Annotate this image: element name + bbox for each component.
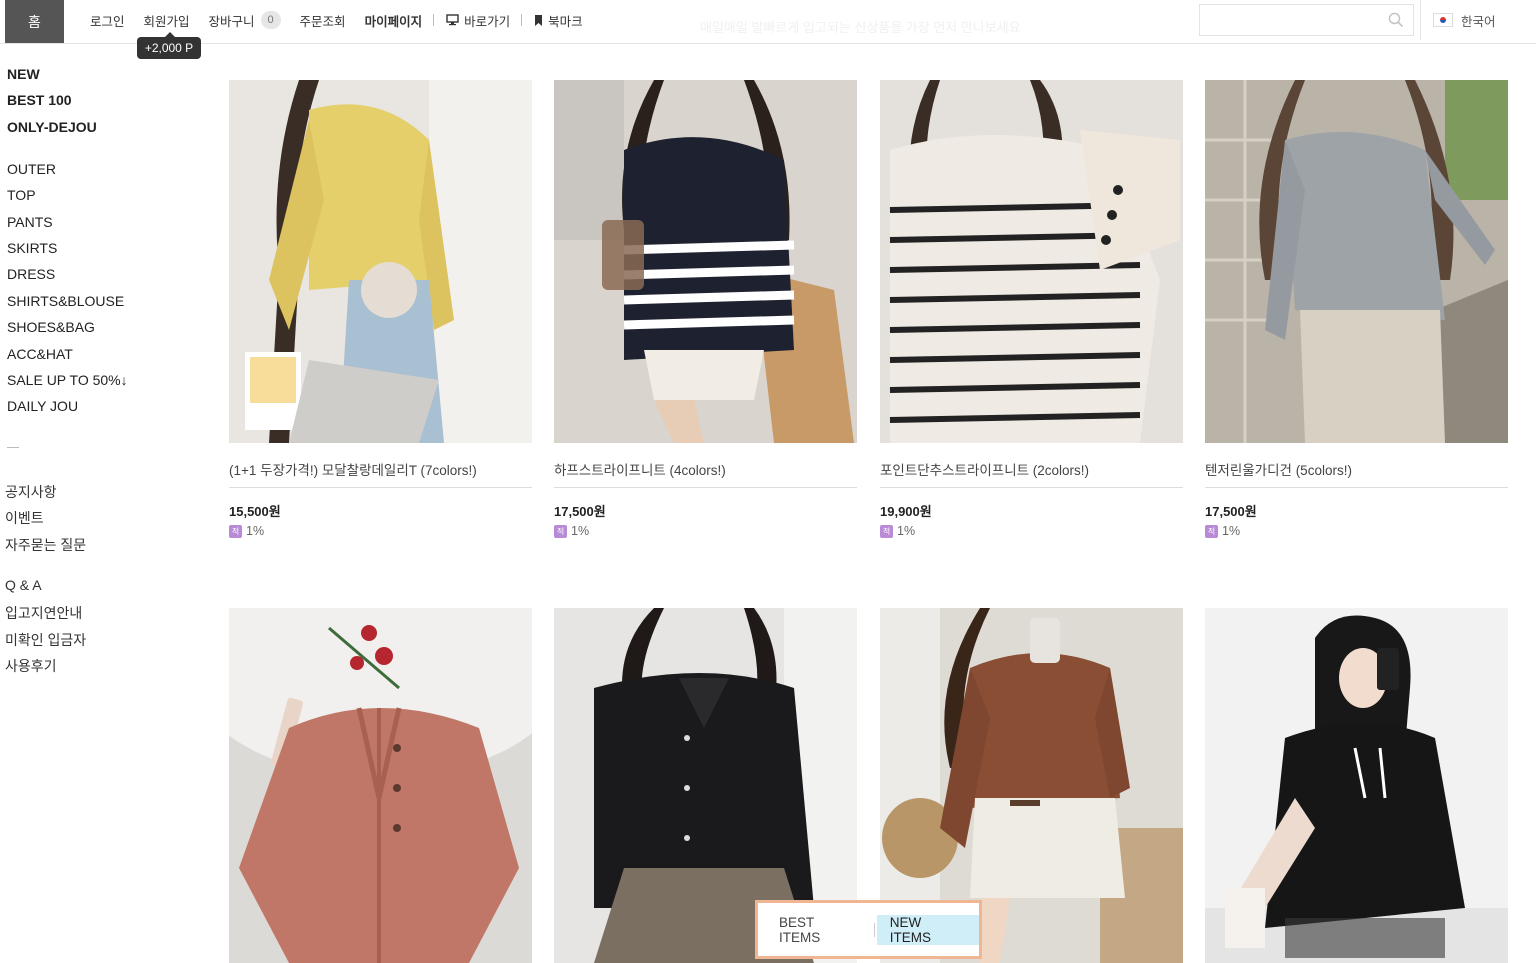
product-name[interactable]: 하프스트라이프니트 (4colors!) <box>554 459 857 479</box>
product-price: 15,500원 <box>229 504 281 519</box>
product-price: 17,500원 <box>554 504 606 519</box>
cart-link[interactable]: 장바구니 0 <box>209 11 281 30</box>
orders-link[interactable]: 주문조회 <box>300 11 346 30</box>
sidebar-item-new[interactable]: NEW <box>7 66 40 82</box>
product-image[interactable] <box>229 80 532 443</box>
sidebar-item-delay-notice[interactable]: 입고지연안내 <box>5 603 82 623</box>
shortcut-label: 바로가기 <box>464 14 511 29</box>
sidebar-item-acc-hat[interactable]: ACC&HAT <box>7 346 73 362</box>
sidebar-item-sale[interactable]: SALE UP TO 50%↓ <box>7 372 128 388</box>
sidebar-item-shoes-bag[interactable]: SHOES&BAG <box>7 319 95 335</box>
bookmark-link[interactable]: 북마크 <box>534 11 583 30</box>
cart-label: 장바구니 <box>208 14 255 29</box>
search-input[interactable] <box>1200 5 1380 35</box>
sidebar-item-faq[interactable]: 자주묻는 질문 <box>5 535 86 555</box>
product-image[interactable] <box>880 80 1183 443</box>
product-point: 적 1% <box>554 524 589 538</box>
top-bar: 홈 로그인 회원가입 장바구니 0 주문조회 마이페이지 바로가기 북마크 매일… <box>0 0 1536 44</box>
sidebar-item-outer[interactable]: OUTER <box>7 161 56 177</box>
product-name[interactable]: 포인트단추스트라이프니트 (2colors!) <box>880 459 1183 479</box>
items-switcher: BEST ITEMS NEW ITEMS <box>755 900 982 959</box>
point-badge-icon: 적 <box>880 524 893 538</box>
sidebar-item-only-dejou[interactable]: ONLY-DEJOU <box>7 119 97 135</box>
home-button[interactable]: 홈 <box>5 0 64 43</box>
product-price: 19,900원 <box>880 504 932 519</box>
product-image[interactable] <box>554 80 857 443</box>
product-point: 적 1% <box>880 524 915 538</box>
bookmark-icon <box>534 14 543 26</box>
nav-divider <box>521 14 523 26</box>
sidebar-item-unconfirmed-deposit[interactable]: 미확인 입금자 <box>5 630 86 650</box>
sidebar-item-skirts[interactable]: SKIRTS <box>7 240 57 256</box>
sidebar-item-reviews[interactable]: 사용후기 <box>5 656 57 676</box>
product-image[interactable] <box>229 608 532 963</box>
new-items-tab[interactable]: NEW ITEMS <box>876 914 979 945</box>
sidebar-item-top[interactable]: TOP <box>7 187 36 203</box>
sidebar-item-daily-jou[interactable]: DAILY JOU <box>7 398 78 414</box>
product-divider <box>1205 487 1508 488</box>
product-divider <box>880 487 1183 488</box>
switcher-divider <box>873 922 875 937</box>
sidebar-item-notice[interactable]: 공지사항 <box>5 482 57 502</box>
korea-flag-icon <box>1433 13 1453 27</box>
sidebar-item-qna[interactable]: Q & A <box>5 577 42 593</box>
sidebar-divider <box>7 447 19 448</box>
product-point: 적 1% <box>229 524 264 538</box>
mypage-link[interactable]: 마이페이지 <box>365 11 423 30</box>
point-badge-icon: 적 <box>1205 524 1218 538</box>
point-badge-icon: 적 <box>229 524 242 538</box>
point-rate: 1% <box>1222 524 1241 538</box>
join-link[interactable]: 회원가입 <box>144 11 190 30</box>
product-divider <box>229 487 532 488</box>
join-points-tooltip: +2,000 P <box>137 32 201 59</box>
monitor-icon <box>446 14 459 26</box>
sidebar-item-shirts-blouse[interactable]: SHIRTS&BLOUSE <box>7 293 124 309</box>
sidebar-item-pants[interactable]: PANTS <box>7 214 53 230</box>
cart-count-badge: 0 <box>260 11 281 29</box>
login-link[interactable]: 로그인 <box>90 11 125 30</box>
point-rate: 1% <box>571 524 590 538</box>
product-image[interactable] <box>1205 80 1508 443</box>
product-name[interactable]: 텐저린울가디건 (5colors!) <box>1205 459 1508 479</box>
product-name[interactable]: (1+1 두장가격!) 모달찰랑데일리T (7colors!) <box>229 459 532 479</box>
shortcut-link[interactable]: 바로가기 <box>446 11 510 30</box>
sidebar-item-event[interactable]: 이벤트 <box>5 508 44 528</box>
bookmark-label: 북마크 <box>548 14 583 29</box>
sidebar-item-dress[interactable]: DRESS <box>7 266 55 282</box>
point-rate: 1% <box>897 524 916 538</box>
point-rate: 1% <box>246 524 265 538</box>
product-divider <box>554 487 857 488</box>
section-subtitle-faded: 매일매일 발빠르게 입고되는 신상품을 가장 먼저 만나보세요 <box>700 20 1021 35</box>
nav-divider <box>433 14 435 26</box>
point-badge-icon: 적 <box>554 524 567 538</box>
product-point: 적 1% <box>1205 524 1240 538</box>
search-box <box>1199 4 1414 36</box>
search-icon[interactable] <box>1388 12 1404 33</box>
product-image[interactable] <box>1205 608 1508 963</box>
product-price: 17,500원 <box>1205 504 1257 519</box>
language-selector[interactable]: 한국어 <box>1420 0 1496 40</box>
sidebar-item-best[interactable]: BEST 100 <box>7 92 72 108</box>
language-label: 한국어 <box>1461 14 1496 29</box>
best-items-tab[interactable]: BEST ITEMS <box>766 915 872 945</box>
